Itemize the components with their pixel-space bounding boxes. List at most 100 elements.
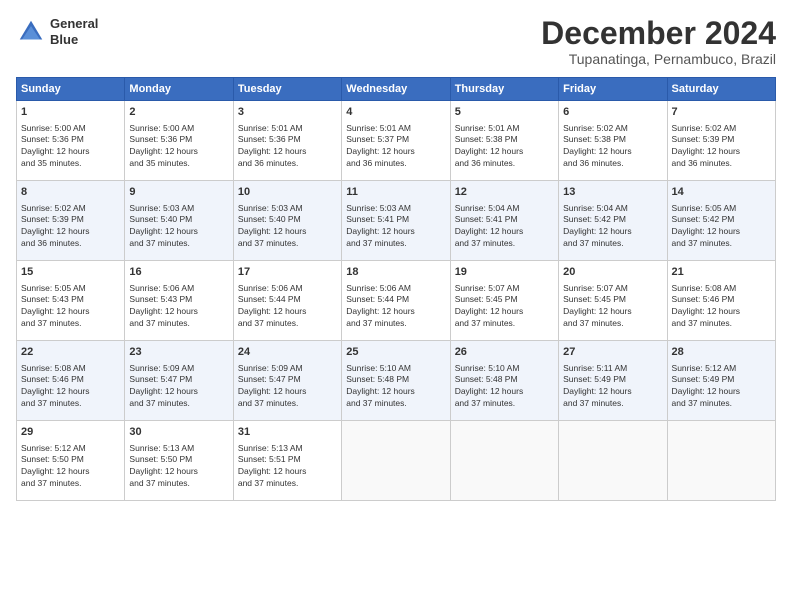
day-number: 21 bbox=[672, 265, 771, 280]
day-info-line: and 37 minutes. bbox=[672, 398, 771, 410]
header-cell-wednesday: Wednesday bbox=[342, 78, 450, 101]
day-info-line: Sunrise: 5:09 AM bbox=[129, 363, 228, 375]
day-info-line: and 37 minutes. bbox=[672, 318, 771, 330]
calendar-cell: 30Sunrise: 5:13 AMSunset: 5:50 PMDayligh… bbox=[125, 421, 233, 501]
day-info-line: and 37 minutes. bbox=[455, 398, 554, 410]
day-info-line: and 37 minutes. bbox=[129, 398, 228, 410]
day-info-line: Sunrise: 5:01 AM bbox=[238, 123, 337, 135]
calendar-cell: 26Sunrise: 5:10 AMSunset: 5:48 PMDayligh… bbox=[450, 341, 558, 421]
day-number: 19 bbox=[455, 265, 554, 280]
day-info-line: Daylight: 12 hours bbox=[21, 386, 120, 398]
day-info-line: and 37 minutes. bbox=[455, 238, 554, 250]
day-info-line: Daylight: 12 hours bbox=[672, 306, 771, 318]
calendar-cell: 6Sunrise: 5:02 AMSunset: 5:38 PMDaylight… bbox=[559, 101, 667, 181]
day-info-line: Sunset: 5:50 PM bbox=[21, 454, 120, 466]
day-info-line: Daylight: 12 hours bbox=[672, 146, 771, 158]
day-info-line: Sunrise: 5:01 AM bbox=[455, 123, 554, 135]
day-info-line: and 37 minutes. bbox=[21, 398, 120, 410]
location-subtitle: Tupanatinga, Pernambuco, Brazil bbox=[541, 51, 776, 67]
calendar-cell: 4Sunrise: 5:01 AMSunset: 5:37 PMDaylight… bbox=[342, 101, 450, 181]
day-info-line: Sunrise: 5:00 AM bbox=[21, 123, 120, 135]
day-info-line: and 36 minutes. bbox=[563, 158, 662, 170]
day-info-line: Sunset: 5:50 PM bbox=[129, 454, 228, 466]
day-info-line: Daylight: 12 hours bbox=[21, 146, 120, 158]
day-number: 13 bbox=[563, 185, 662, 200]
day-info-line: Sunrise: 5:02 AM bbox=[21, 203, 120, 215]
logo: General Blue bbox=[16, 16, 98, 47]
day-info-line: Daylight: 12 hours bbox=[238, 466, 337, 478]
day-info-line: Daylight: 12 hours bbox=[21, 226, 120, 238]
calendar-cell: 24Sunrise: 5:09 AMSunset: 5:47 PMDayligh… bbox=[233, 341, 341, 421]
day-number: 18 bbox=[346, 265, 445, 280]
title-block: December 2024 Tupanatinga, Pernambuco, B… bbox=[541, 16, 776, 67]
day-info-line: Sunrise: 5:06 AM bbox=[346, 283, 445, 295]
day-info-line: Daylight: 12 hours bbox=[21, 306, 120, 318]
day-info-line: Daylight: 12 hours bbox=[129, 306, 228, 318]
day-info-line: Sunrise: 5:11 AM bbox=[563, 363, 662, 375]
day-info-line: Daylight: 12 hours bbox=[563, 226, 662, 238]
header-row: SundayMondayTuesdayWednesdayThursdayFrid… bbox=[17, 78, 776, 101]
header-cell-tuesday: Tuesday bbox=[233, 78, 341, 101]
calendar-cell: 13Sunrise: 5:04 AMSunset: 5:42 PMDayligh… bbox=[559, 181, 667, 261]
calendar-cell bbox=[450, 421, 558, 501]
day-info-line: Sunset: 5:46 PM bbox=[21, 374, 120, 386]
day-info-line: and 37 minutes. bbox=[672, 238, 771, 250]
day-number: 3 bbox=[238, 105, 337, 120]
day-info-line: and 37 minutes. bbox=[455, 318, 554, 330]
day-info-line: Daylight: 12 hours bbox=[129, 386, 228, 398]
calendar-cell: 10Sunrise: 5:03 AMSunset: 5:40 PMDayligh… bbox=[233, 181, 341, 261]
day-info-line: Sunrise: 5:08 AM bbox=[21, 363, 120, 375]
day-info-line: Sunrise: 5:01 AM bbox=[346, 123, 445, 135]
day-info-line: Daylight: 12 hours bbox=[563, 386, 662, 398]
day-number: 15 bbox=[21, 265, 120, 280]
day-number: 6 bbox=[563, 105, 662, 120]
day-info-line: Daylight: 12 hours bbox=[563, 146, 662, 158]
day-info-line: and 37 minutes. bbox=[238, 478, 337, 490]
day-number: 14 bbox=[672, 185, 771, 200]
calendar-week-4: 22Sunrise: 5:08 AMSunset: 5:46 PMDayligh… bbox=[17, 341, 776, 421]
day-info-line: Sunrise: 5:05 AM bbox=[21, 283, 120, 295]
calendar-cell: 27 Sunrise: 5:11 AMSunset: 5:49 PMDayligh… bbox=[559, 341, 667, 421]
day-info-line: Sunrise: 5:12 AM bbox=[21, 443, 120, 455]
month-title: December 2024 bbox=[541, 16, 776, 51]
day-info-line: Sunset: 5:44 PM bbox=[346, 294, 445, 306]
calendar-cell: 20Sunrise: 5:07 AMSunset: 5:45 PMDayligh… bbox=[559, 261, 667, 341]
header-cell-thursday: Thursday bbox=[450, 78, 558, 101]
day-number: 9 bbox=[129, 185, 228, 200]
day-info-line: and 36 minutes. bbox=[238, 158, 337, 170]
day-info-line: Sunset: 5:40 PM bbox=[238, 214, 337, 226]
calendar-cell: 12Sunrise: 5:04 AMSunset: 5:41 PMDayligh… bbox=[450, 181, 558, 261]
day-info-line: and 35 minutes. bbox=[21, 158, 120, 170]
day-info-line: Sunrise: 5:03 AM bbox=[238, 203, 337, 215]
calendar-cell: 28Sunrise: 5:12 AMSunset: 5:49 PMDayligh… bbox=[667, 341, 775, 421]
day-info-line: Sunset: 5:49 PM bbox=[563, 374, 662, 386]
day-info-line: Sunset: 5:36 PM bbox=[238, 134, 337, 146]
day-info-line: and 37 minutes. bbox=[21, 318, 120, 330]
calendar-cell: 23Sunrise: 5:09 AMSunset: 5:47 PMDayligh… bbox=[125, 341, 233, 421]
day-number: 24 bbox=[238, 345, 337, 360]
day-info-line: Daylight: 12 hours bbox=[346, 146, 445, 158]
day-number: 27 bbox=[563, 345, 662, 360]
day-info-line: Sunset: 5:47 PM bbox=[238, 374, 337, 386]
calendar-cell: 9Sunrise: 5:03 AMSunset: 5:40 PMDaylight… bbox=[125, 181, 233, 261]
day-info-line: Sunrise: 5:04 AM bbox=[563, 203, 662, 215]
day-info-line: Sunset: 5:42 PM bbox=[672, 214, 771, 226]
day-info-line: and 36 minutes. bbox=[21, 238, 120, 250]
day-number: 4 bbox=[346, 105, 445, 120]
day-info-line: Sunrise: 5:07 AM bbox=[563, 283, 662, 295]
day-number: 11 bbox=[346, 185, 445, 200]
day-info-line: Sunrise: 5:13 AM bbox=[238, 443, 337, 455]
day-info-line: Sunset: 5:51 PM bbox=[238, 454, 337, 466]
calendar-header: SundayMondayTuesdayWednesdayThursdayFrid… bbox=[17, 78, 776, 101]
calendar-cell: 11Sunrise: 5:03 AMSunset: 5:41 PMDayligh… bbox=[342, 181, 450, 261]
day-info-line: Sunrise: 5:06 AM bbox=[129, 283, 228, 295]
day-number: 7 bbox=[672, 105, 771, 120]
day-info-line: Sunset: 5:43 PM bbox=[129, 294, 228, 306]
calendar-cell: 17Sunrise: 5:06 AMSunset: 5:44 PMDayligh… bbox=[233, 261, 341, 341]
day-info-line: Sunset: 5:48 PM bbox=[346, 374, 445, 386]
calendar-cell: 31 Sunrise: 5:13 AMSunset: 5:51 PMDayligh… bbox=[233, 421, 341, 501]
header-cell-sunday: Sunday bbox=[17, 78, 125, 101]
day-number: 31 bbox=[238, 425, 337, 440]
day-number: 29 bbox=[21, 425, 120, 440]
day-info-line: and 37 minutes. bbox=[238, 398, 337, 410]
